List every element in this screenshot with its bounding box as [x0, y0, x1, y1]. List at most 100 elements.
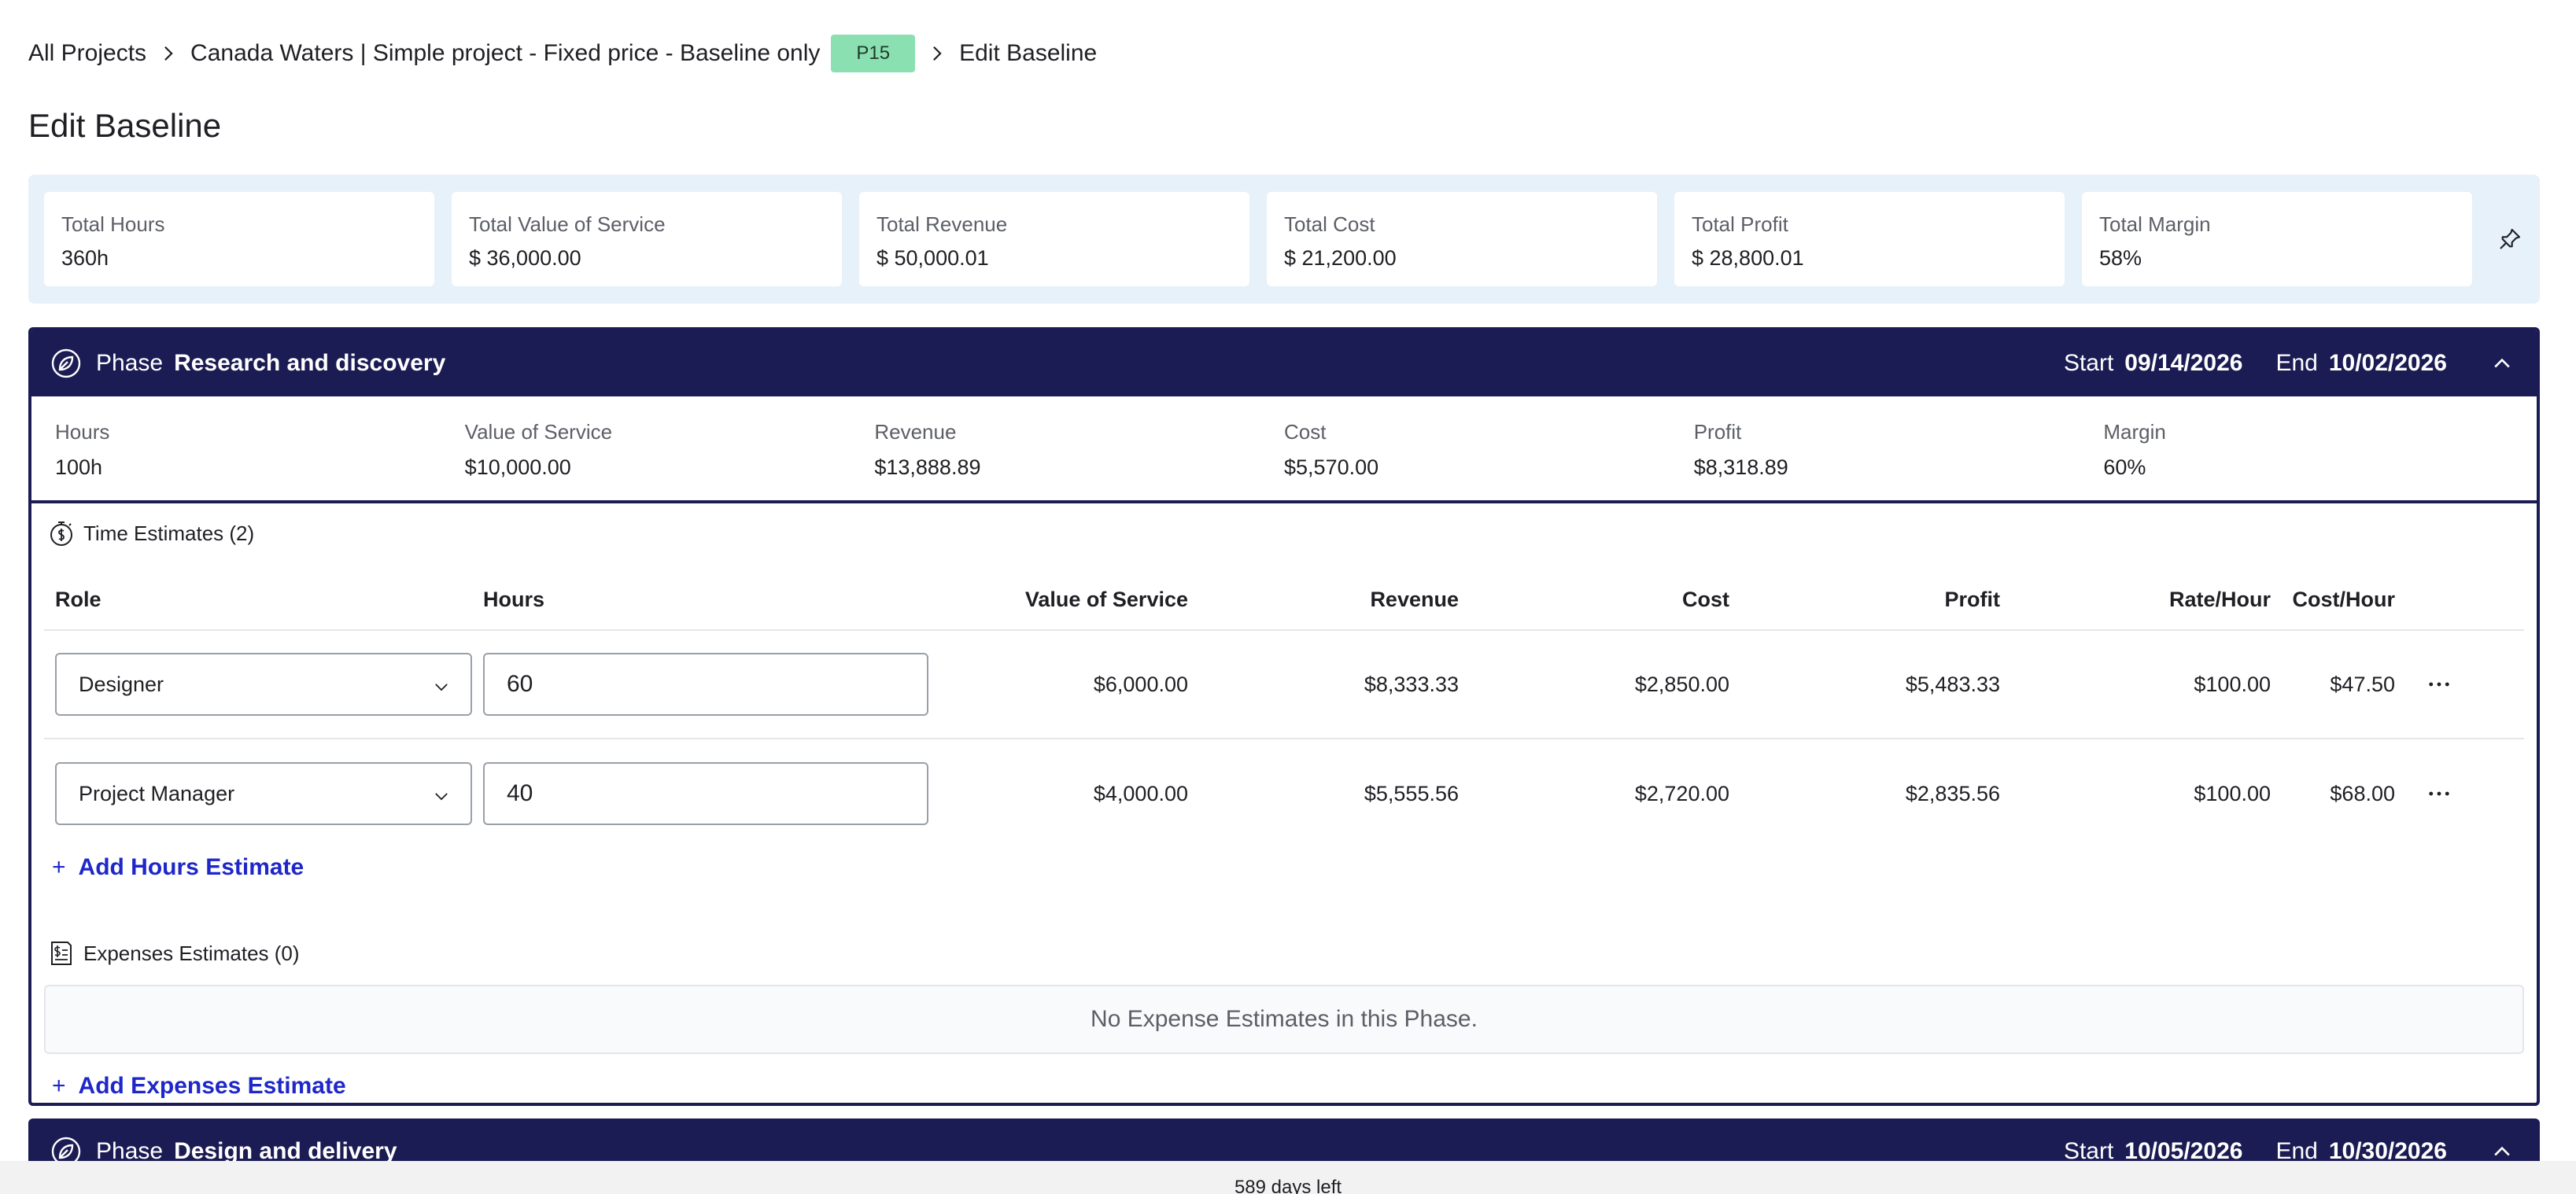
summary-total-margin: Total Margin 58% [2082, 192, 2472, 286]
chevron-down-icon [434, 782, 448, 806]
stat-value: 360h [61, 246, 109, 270]
phase-stat-hours: Hours 100h [55, 396, 465, 500]
stat-value: $ 21,200.00 [1284, 246, 1397, 270]
time-estimates-table: Role Hours Value of Service Revenue Cost… [44, 569, 2524, 848]
phase-name: Research and discovery [174, 350, 446, 376]
stat-label: Total Revenue [877, 212, 1008, 236]
role-select-value: Designer [79, 672, 164, 696]
time-estimates-title: Time Estimates (2) [31, 514, 2537, 552]
role-select[interactable]: Project Manager [55, 762, 472, 825]
stat-label: Total Hours [61, 212, 165, 236]
stat-value: 100h [55, 455, 103, 479]
chevron-right-icon [921, 42, 953, 65]
cell-cost: $2,720.00 [1634, 781, 1729, 805]
project-code-badge: P15 [831, 35, 916, 72]
col-profit: Profit [1944, 587, 2001, 611]
stat-label: Value of Service [464, 420, 613, 444]
breadcrumb: All Projects Canada Waters | Simple proj… [28, 35, 1097, 72]
cell-cost-hour: $47.50 [2330, 672, 2395, 696]
hours-input[interactable] [483, 762, 928, 825]
stat-value: $13,888.89 [874, 455, 981, 479]
stat-label: Total Value of Service [469, 212, 666, 236]
phase-stats: Hours 100h Value of Service $10,000.00 R… [31, 396, 2537, 503]
add-hours-estimate-label: Add Hours Estimate [78, 854, 304, 880]
summary-strip: Total Hours 360h Total Value of Service … [28, 175, 2540, 304]
cell-profit: $2,835.56 [1905, 781, 2000, 805]
cell-rate-hour: $100.00 [2194, 672, 2271, 696]
stat-value: 60% [2103, 455, 2146, 479]
phase-stat-cost: Cost $5,570.00 [1284, 396, 1694, 500]
breadcrumb-project[interactable]: Canada Waters | Simple project - Fixed p… [190, 40, 820, 67]
table-row: Designer $6,000.00 $8,333.33 $2,850.00 $… [44, 631, 2524, 739]
breadcrumb-current: Edit Baseline [959, 40, 1098, 66]
start-date[interactable]: 09/14/2026 [2124, 350, 2242, 377]
plus-icon: + [52, 1073, 66, 1099]
add-hours-estimate-button[interactable]: + Add Hours Estimate [31, 848, 2537, 887]
phase-stat-margin: Margin 60% [2103, 396, 2513, 500]
add-expenses-estimate-label: Add Expenses Estimate [78, 1073, 346, 1099]
stat-label: Cost [1284, 420, 1327, 444]
time-estimates-section: Time Estimates (2) Role Hours Value of S… [31, 514, 2537, 887]
stat-label: Profit [1693, 420, 1742, 444]
days-left-text: 589 days left [1234, 1177, 1342, 1194]
hours-input[interactable] [483, 653, 928, 716]
cell-cost-hour: $68.00 [2330, 781, 2395, 805]
chevron-down-icon [434, 673, 448, 697]
col-role: Role [55, 587, 101, 611]
start-label: Start [2063, 350, 2114, 376]
role-select[interactable]: Designer [55, 653, 472, 716]
summary-total-cost: Total Cost $ 21,200.00 [1267, 192, 1657, 286]
col-hours: Hours [483, 587, 545, 611]
chevron-up-icon[interactable] [2486, 348, 2518, 379]
edit-baseline-page: All Projects Canada Waters | Simple proj… [0, 0, 2576, 1194]
cell-rate-hour: $100.00 [2194, 781, 2271, 805]
plus-icon: + [52, 854, 66, 880]
stat-value: $ 36,000.00 [469, 246, 581, 270]
summary-total-revenue: Total Revenue $ 50,000.01 [859, 192, 1249, 286]
cell-revenue: $5,555.56 [1364, 781, 1459, 805]
summary-total-profit: Total Profit $ 28,800.01 [1674, 192, 2065, 286]
expenses-empty-state: No Expense Estimates in this Phase. [44, 985, 2524, 1054]
table-header: Role Hours Value of Service Revenue Cost… [44, 569, 2524, 631]
stat-value: $10,000.00 [464, 455, 571, 479]
stat-value: $ 50,000.01 [877, 246, 989, 270]
col-rate-hour: Rate/Hour [2168, 587, 2271, 611]
stat-value: 58% [2099, 246, 2142, 270]
table-row: Project Manager $4,000.00 $5,555.56 $2,7… [44, 739, 2524, 848]
stat-label: Total Profit [1692, 212, 1788, 236]
time-estimates-label: Time Estimates (2) [83, 521, 255, 545]
cell-cost: $2,850.00 [1634, 672, 1729, 696]
cell-revenue: $8,333.33 [1364, 672, 1459, 696]
expenses-estimates-section: Expenses Estimates (0) No Expense Estima… [31, 934, 2537, 1103]
expenses-estimates-title: Expenses Estimates (0) [31, 934, 2537, 972]
col-revenue: Revenue [1370, 587, 1459, 611]
stat-label: Hours [55, 420, 110, 444]
cell-value-of-service: $4,000.00 [1093, 781, 1188, 805]
col-cost: Cost [1682, 587, 1729, 611]
stat-value: $8,318.89 [1693, 455, 1788, 479]
chevron-right-icon [153, 42, 184, 65]
page-title: Edit Baseline [28, 107, 222, 144]
stat-label: Total Margin [2099, 212, 2211, 236]
role-select-value: Project Manager [79, 781, 235, 805]
stat-label: Total Cost [1284, 212, 1375, 236]
add-expenses-estimate-button[interactable]: + Add Expenses Estimate [31, 1067, 2537, 1103]
stat-label: Margin [2103, 420, 2166, 444]
end-date[interactable]: 10/02/2026 [2329, 350, 2447, 377]
breadcrumb-all-projects[interactable]: All Projects [28, 40, 146, 67]
summary-total-value-of-service: Total Value of Service $ 36,000.00 [452, 192, 842, 286]
phase-leaf-icon [50, 348, 82, 379]
phase-word: Phase [96, 350, 164, 376]
phase-header: Phase Research and discovery Start 09/14… [31, 330, 2537, 396]
pin-icon[interactable] [2494, 223, 2526, 255]
phase-stat-revenue: Revenue $13,888.89 [874, 396, 1284, 500]
stat-value: $ 28,800.01 [1692, 246, 1804, 270]
more-options-icon[interactable] [2423, 786, 2455, 802]
receipt-icon [47, 939, 76, 967]
more-options-icon[interactable] [2423, 676, 2455, 692]
stopwatch-dollar-icon [47, 519, 76, 547]
stat-value: $5,570.00 [1284, 455, 1379, 479]
expenses-estimates-label: Expenses Estimates (0) [83, 941, 300, 965]
end-label: End [2275, 350, 2318, 376]
phase-stat-profit: Profit $8,318.89 [1694, 396, 2104, 500]
